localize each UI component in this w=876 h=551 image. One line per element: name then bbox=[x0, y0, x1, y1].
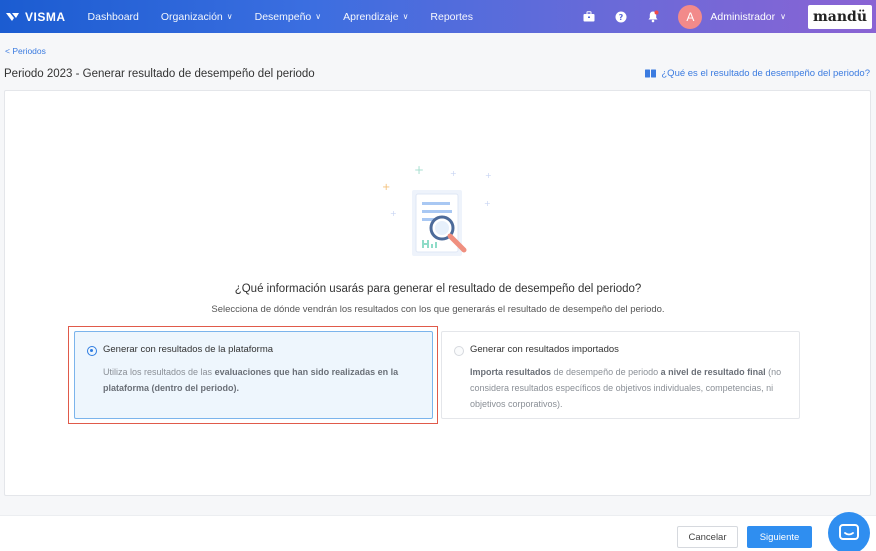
mandu-logo: mandü bbox=[808, 4, 872, 29]
question-heading: ¿Qué información usarás para generar el … bbox=[234, 283, 642, 295]
chat-icon bbox=[839, 524, 859, 540]
option-description: Importa resultados de desempeño de perio… bbox=[470, 367, 782, 409]
svg-text:+: + bbox=[414, 163, 424, 177]
visma-mark-icon bbox=[6, 12, 19, 21]
document-search-illustration-icon: + + + + + + bbox=[382, 163, 492, 256]
svg-text:+: + bbox=[484, 199, 491, 208]
cancel-button[interactable]: Cancelar bbox=[677, 526, 738, 548]
top-navbar: VISMA Dashboard Organización ∨ Desempeño ∨… bbox=[0, 0, 876, 33]
book-icon bbox=[645, 69, 657, 78]
chat-button[interactable] bbox=[828, 512, 870, 551]
question-subtitle: Selecciona de dónde vendrán los resultad… bbox=[211, 304, 665, 315]
option-title: Generar con resultados importados bbox=[470, 344, 619, 355]
next-button[interactable]: Siguiente bbox=[747, 526, 812, 548]
brand-name: VISMA bbox=[25, 9, 66, 24]
svg-text:+: + bbox=[485, 171, 492, 180]
option-title: Generar con resultados de la plataforma bbox=[103, 344, 274, 355]
chevron-down-icon: ∨ bbox=[402, 12, 409, 21]
back-to-periodos-link[interactable]: < Periodos bbox=[5, 46, 46, 56]
svg-text:+: + bbox=[450, 169, 457, 178]
help-icon[interactable]: ? bbox=[614, 10, 628, 24]
help-link[interactable]: ¿Qué es el resultado de desempeño del pe… bbox=[645, 68, 870, 79]
user-menu[interactable]: Administrador ∨ bbox=[710, 11, 786, 23]
avatar[interactable]: A bbox=[678, 4, 703, 29]
nav-aprendizaje[interactable]: Aprendizaje ∨ bbox=[343, 11, 408, 23]
option-platform-results[interactable]: Generar con resultados de la plataforma … bbox=[74, 331, 433, 419]
footer-bar bbox=[0, 515, 876, 551]
svg-text:+: + bbox=[390, 209, 397, 218]
page-title: Periodo 2023 - Generar resultado de dese… bbox=[4, 68, 315, 80]
nav-reportes[interactable]: Reportes bbox=[430, 11, 473, 23]
briefcase-icon[interactable] bbox=[582, 10, 596, 24]
radio-selected[interactable] bbox=[87, 346, 97, 356]
chevron-down-icon: ∨ bbox=[780, 12, 786, 21]
svg-text:?: ? bbox=[619, 13, 624, 22]
visma-logo[interactable]: VISMA bbox=[6, 10, 66, 24]
chevron-down-icon: ∨ bbox=[226, 12, 233, 21]
option-description: Utiliza los resultados de las evaluacion… bbox=[103, 367, 399, 393]
nav-desempeno[interactable]: Desempeño ∨ bbox=[255, 11, 321, 23]
option-imported-results[interactable]: Generar con resultados importados Import… bbox=[441, 331, 800, 419]
bell-icon[interactable] bbox=[646, 10, 660, 24]
svg-text:+: + bbox=[382, 182, 390, 193]
nav-organizacion[interactable]: Organización ∨ bbox=[161, 11, 233, 23]
radio-unselected[interactable] bbox=[454, 346, 464, 356]
nav-dashboard[interactable]: Dashboard bbox=[88, 11, 139, 23]
chevron-down-icon: ∨ bbox=[315, 12, 322, 21]
